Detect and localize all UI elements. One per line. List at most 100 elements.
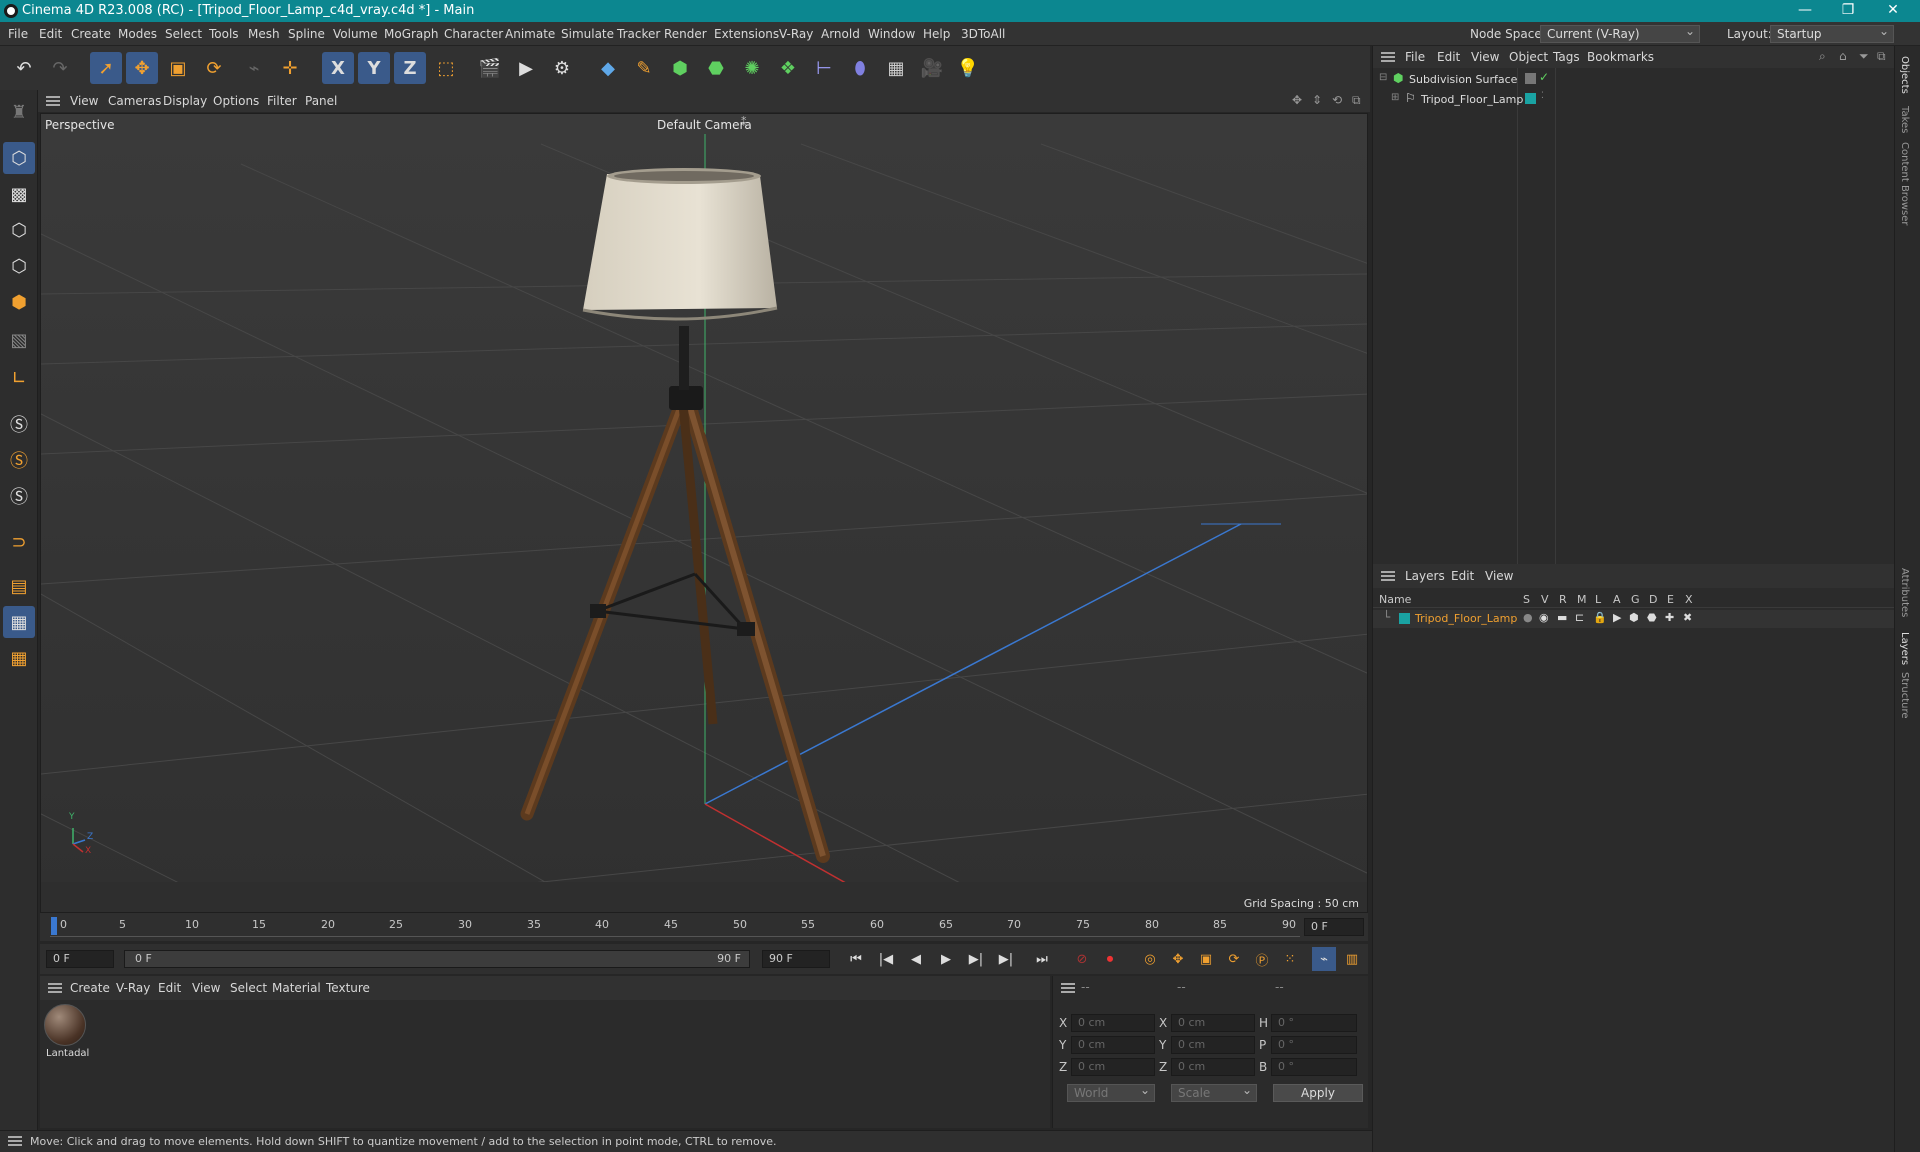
field-button[interactable]: ⬮	[844, 52, 876, 84]
menu-animate[interactable]: Animate	[505, 27, 555, 41]
viewport-menu-panel[interactable]: Panel	[305, 94, 337, 108]
tab-structure[interactable]: Structure	[1899, 672, 1910, 719]
status-hamburger-icon[interactable]	[8, 1136, 22, 1146]
xref-icon[interactable]: ✖	[1683, 611, 1692, 624]
object-row-lamp[interactable]: ⊞ ⚐ Tripod_Floor_Lamp ⁚	[1377, 91, 1889, 110]
menu-render[interactable]: Render	[664, 27, 707, 41]
material-menu-view[interactable]: View	[192, 981, 220, 995]
playhead[interactable]	[51, 917, 57, 935]
render-picture-viewer-button[interactable]: ▶	[510, 52, 542, 84]
extrude-generator-button[interactable]: ⬣	[700, 52, 732, 84]
model-mode-icon[interactable]: ⬡	[3, 142, 35, 174]
scale-tool-button[interactable]: ▣	[162, 52, 194, 84]
material-menu-select[interactable]: Select	[230, 981, 267, 995]
tab-layers[interactable]: Layers	[1899, 632, 1910, 665]
viewport-hamburger-icon[interactable]	[46, 96, 60, 106]
coordinates-hamburger-icon[interactable]	[1061, 983, 1075, 993]
object-menu-bookmarks[interactable]: Bookmarks	[1587, 50, 1654, 64]
node-space-select[interactable]: Current (V-Ray)	[1540, 24, 1700, 43]
menu-file[interactable]: File	[8, 27, 28, 41]
object-menu-file[interactable]: File	[1405, 50, 1425, 64]
menu-tracker[interactable]: Tracker	[617, 27, 660, 41]
z-axis-lock-button[interactable]: Z	[394, 52, 426, 84]
viewport-rotate-icon[interactable]: ⟲	[1332, 93, 1342, 107]
subdivision-surface-button[interactable]: ⬢	[664, 52, 696, 84]
deformers-icon[interactable]: ⬣	[1647, 611, 1657, 624]
redo-button[interactable]: ↷	[44, 52, 76, 84]
position-y-field[interactable]: 0 cm	[1071, 1036, 1155, 1054]
render-icon[interactable]: ▬	[1557, 611, 1567, 624]
keyframe-selection-icon[interactable]: ◎	[1138, 947, 1162, 971]
grid-icon[interactable]: ▦	[3, 606, 35, 638]
viewport-maximize-icon[interactable]: ⧉	[1352, 93, 1361, 108]
next-key-button[interactable]: ▶|	[994, 947, 1018, 971]
viewport-menu-view[interactable]: View	[70, 94, 98, 108]
expand-icon[interactable]: ⊟	[1379, 72, 1387, 83]
layer-toggle-icon[interactable]	[1525, 73, 1536, 84]
light-object-button[interactable]: 💡	[952, 52, 984, 84]
render-view-button[interactable]: 🎬	[474, 52, 506, 84]
polygons-mode-icon[interactable]: ⬢	[3, 286, 35, 318]
close-button[interactable]: ✕	[1878, 2, 1908, 18]
undo-button[interactable]: ↶	[8, 52, 40, 84]
quantize-icon[interactable]: Ⓢ	[3, 480, 35, 512]
play-button[interactable]: ▶	[934, 947, 958, 971]
expressions-icon[interactable]: ✚	[1665, 611, 1674, 624]
material-menu-texture[interactable]: Texture	[326, 981, 370, 995]
render-settings-button[interactable]: ⚙	[546, 52, 578, 84]
camera-object-button[interactable]: 🎥	[916, 52, 948, 84]
search-icon[interactable]: ⌕	[1819, 49, 1826, 64]
go-to-end-button[interactable]: ⏭	[1030, 947, 1054, 971]
key-rotation-icon[interactable]: ⟳	[1222, 947, 1246, 971]
menu-mograph[interactable]: MoGraph	[384, 27, 439, 41]
menu-modes[interactable]: Modes	[118, 27, 157, 41]
mograph-button[interactable]: ❖	[772, 52, 804, 84]
layer-menu-layers[interactable]: Layers	[1405, 569, 1445, 583]
layer-hamburger-icon[interactable]	[1381, 571, 1395, 581]
viewport-move-icon[interactable]: ✥	[1292, 93, 1302, 107]
move-tool-button[interactable]: ✥	[126, 52, 158, 84]
start-frame-field[interactable]: 0 F	[46, 950, 114, 968]
points-mode-icon[interactable]: ⬡	[3, 214, 35, 246]
apply-button[interactable]: Apply	[1273, 1084, 1363, 1102]
go-to-start-button[interactable]: ⏮	[844, 947, 868, 971]
minimize-button[interactable]: —	[1790, 2, 1820, 18]
axis-mode-icon[interactable]: ∟	[3, 362, 35, 394]
solo-icon[interactable]: ●	[1523, 611, 1533, 624]
tab-attributes[interactable]: Attributes	[1899, 568, 1910, 617]
object-menu-tags[interactable]: Tags	[1553, 50, 1580, 64]
object-name[interactable]: Tripod_Floor_Lamp	[1421, 93, 1523, 106]
size-y-field[interactable]: 0 cm	[1171, 1036, 1255, 1054]
menu-arnold[interactable]: Arnold	[821, 27, 860, 41]
key-pla-icon[interactable]: ⁙	[1278, 947, 1302, 971]
manager-icon[interactable]: ⊏	[1575, 611, 1584, 624]
enabled-check-icon[interactable]: ✓	[1539, 70, 1549, 84]
pen-spline-button[interactable]: ✎	[628, 52, 660, 84]
menu-help[interactable]: Help	[923, 27, 950, 41]
make-editable-icon[interactable]: ♜	[3, 96, 35, 128]
filter-icon[interactable]: ⏷	[1859, 49, 1869, 64]
uv-mode-icon[interactable]: ▧	[3, 324, 35, 356]
menu-extensions[interactable]: Extensions	[714, 27, 779, 41]
object-row-subdivision[interactable]: ⊟ ⬢ Subdivision Surface ✓	[1377, 70, 1889, 90]
edges-mode-icon[interactable]: ⬡	[3, 250, 35, 282]
menu-3dtoall[interactable]: 3DToAll	[961, 27, 1005, 41]
tab-takes[interactable]: Takes	[1899, 106, 1910, 133]
coordinate-mode-select[interactable]: World	[1067, 1083, 1155, 1102]
3d-viewport[interactable]: Perspective Default Camera ⁑ Grid Spacin…	[40, 113, 1368, 913]
lock-icon[interactable]: 🔒	[1593, 611, 1607, 624]
layer-color-icon[interactable]	[1525, 93, 1536, 104]
material-menu-vray[interactable]: V-Ray	[116, 981, 150, 995]
menu-character[interactable]: Character	[444, 27, 503, 41]
object-menu-object[interactable]: Object	[1509, 50, 1548, 64]
cloner-button[interactable]: ✺	[736, 52, 768, 84]
size-x-field[interactable]: 0 cm	[1171, 1014, 1255, 1032]
expand-icon[interactable]: ⊞	[1391, 92, 1399, 103]
autokey-button[interactable]: ⏺	[1098, 947, 1122, 971]
timeline-ruler[interactable]: 0 5 10 15 20 25 30 35 40 45 50 55 60 65 …	[40, 913, 1368, 941]
end-frame-field[interactable]: 90 F	[762, 950, 830, 968]
visibility-dots-icon[interactable]: ⁚	[1541, 91, 1544, 101]
viewport-menu-filter[interactable]: Filter	[267, 94, 297, 108]
layer-row[interactable]: └ Tripod_Floor_Lamp ● ◉ ▬ ⊏ 🔒 ▶ ⬢ ⬣ ✚ ✖	[1373, 610, 1895, 628]
restore-button[interactable]: ❐	[1833, 2, 1863, 18]
